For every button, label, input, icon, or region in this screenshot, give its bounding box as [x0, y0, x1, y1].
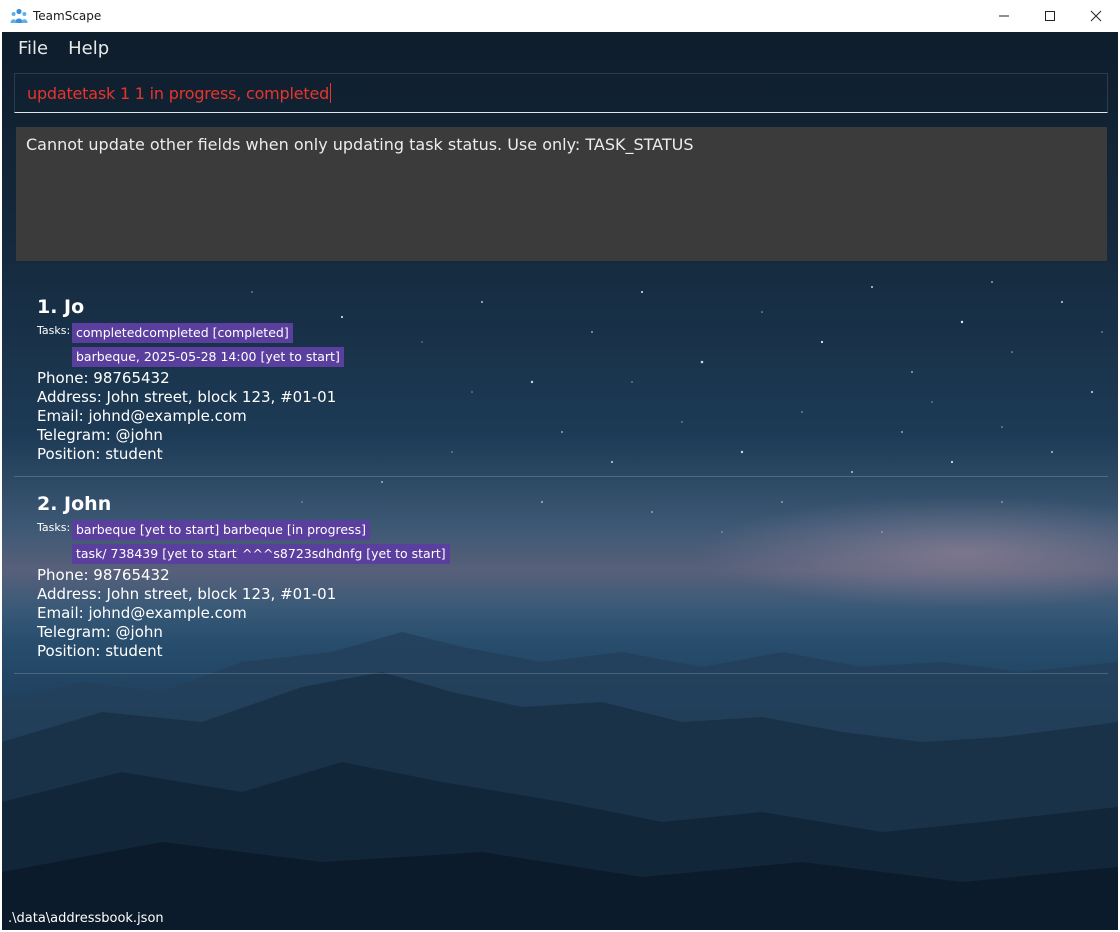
menu-file[interactable]: File [18, 38, 48, 59]
minimize-button[interactable] [981, 0, 1027, 32]
minimize-icon [999, 15, 1009, 17]
menu-help[interactable]: Help [68, 38, 109, 59]
person-address: Address: John street, block 123, #01-01 [37, 585, 337, 603]
person-phone: Phone: 98765432 [37, 369, 170, 387]
command-input-text: updatetask 1 1 in progress, completed [27, 83, 330, 103]
task-tag: barbeque [in progress] [219, 520, 370, 540]
person-address: Address: John street, block 123, #01-01 [37, 388, 337, 406]
task-tag: completedcompleted [completed] [72, 323, 293, 343]
window-title: TeamScape [33, 9, 102, 23]
task-tag: task/ 738439 [yet to start] [72, 544, 246, 564]
person-card[interactable]: 2. John Tasks: barbeque [yet to start] b… [14, 477, 1108, 674]
status-bar-file-path: .\data\addressbook.json [8, 911, 164, 926]
maximize-icon [1045, 11, 1055, 21]
person-list[interactable]: 1. Jo Tasks: completedcompleted [complet… [14, 294, 1108, 674]
team-people-icon [10, 7, 28, 25]
person-email: Email: johnd@example.com [37, 604, 247, 622]
tasks-label: Tasks: [37, 324, 71, 337]
person-telegram: Telegram: @john [37, 426, 163, 444]
maximize-button[interactable] [1027, 0, 1073, 32]
result-display[interactable]: Cannot update other fields when only upd… [16, 127, 1107, 261]
task-tag: ^^^s8723sdhdnfg [yet to start] [238, 544, 450, 564]
command-input[interactable]: updatetask 1 1 in progress, completed [14, 73, 1108, 113]
task-tag: barbeque, 2025-05-28 14:00 [yet to start… [72, 347, 344, 367]
person-card[interactable]: 1. Jo Tasks: completedcompleted [complet… [14, 294, 1108, 477]
close-icon [1090, 10, 1102, 22]
person-phone: Phone: 98765432 [37, 566, 170, 584]
person-email: Email: johnd@example.com [37, 407, 247, 425]
person-name: 2. John [37, 493, 112, 515]
person-position: Position: student [37, 445, 163, 463]
tasks-label: Tasks: [37, 521, 71, 534]
text-caret [330, 83, 332, 103]
person-telegram: Telegram: @john [37, 623, 163, 641]
task-tag: barbeque [yet to start] [72, 520, 224, 540]
result-message: Cannot update other fields when only upd… [26, 135, 694, 154]
main-window: File Help updatetask 1 1 in progress, co… [2, 32, 1118, 930]
close-button[interactable] [1073, 0, 1119, 32]
person-position: Position: student [37, 642, 163, 660]
title-bar: TeamScape [0, 0, 1120, 32]
person-name: 1. Jo [37, 296, 85, 318]
menu-bar: File Help [18, 38, 109, 59]
